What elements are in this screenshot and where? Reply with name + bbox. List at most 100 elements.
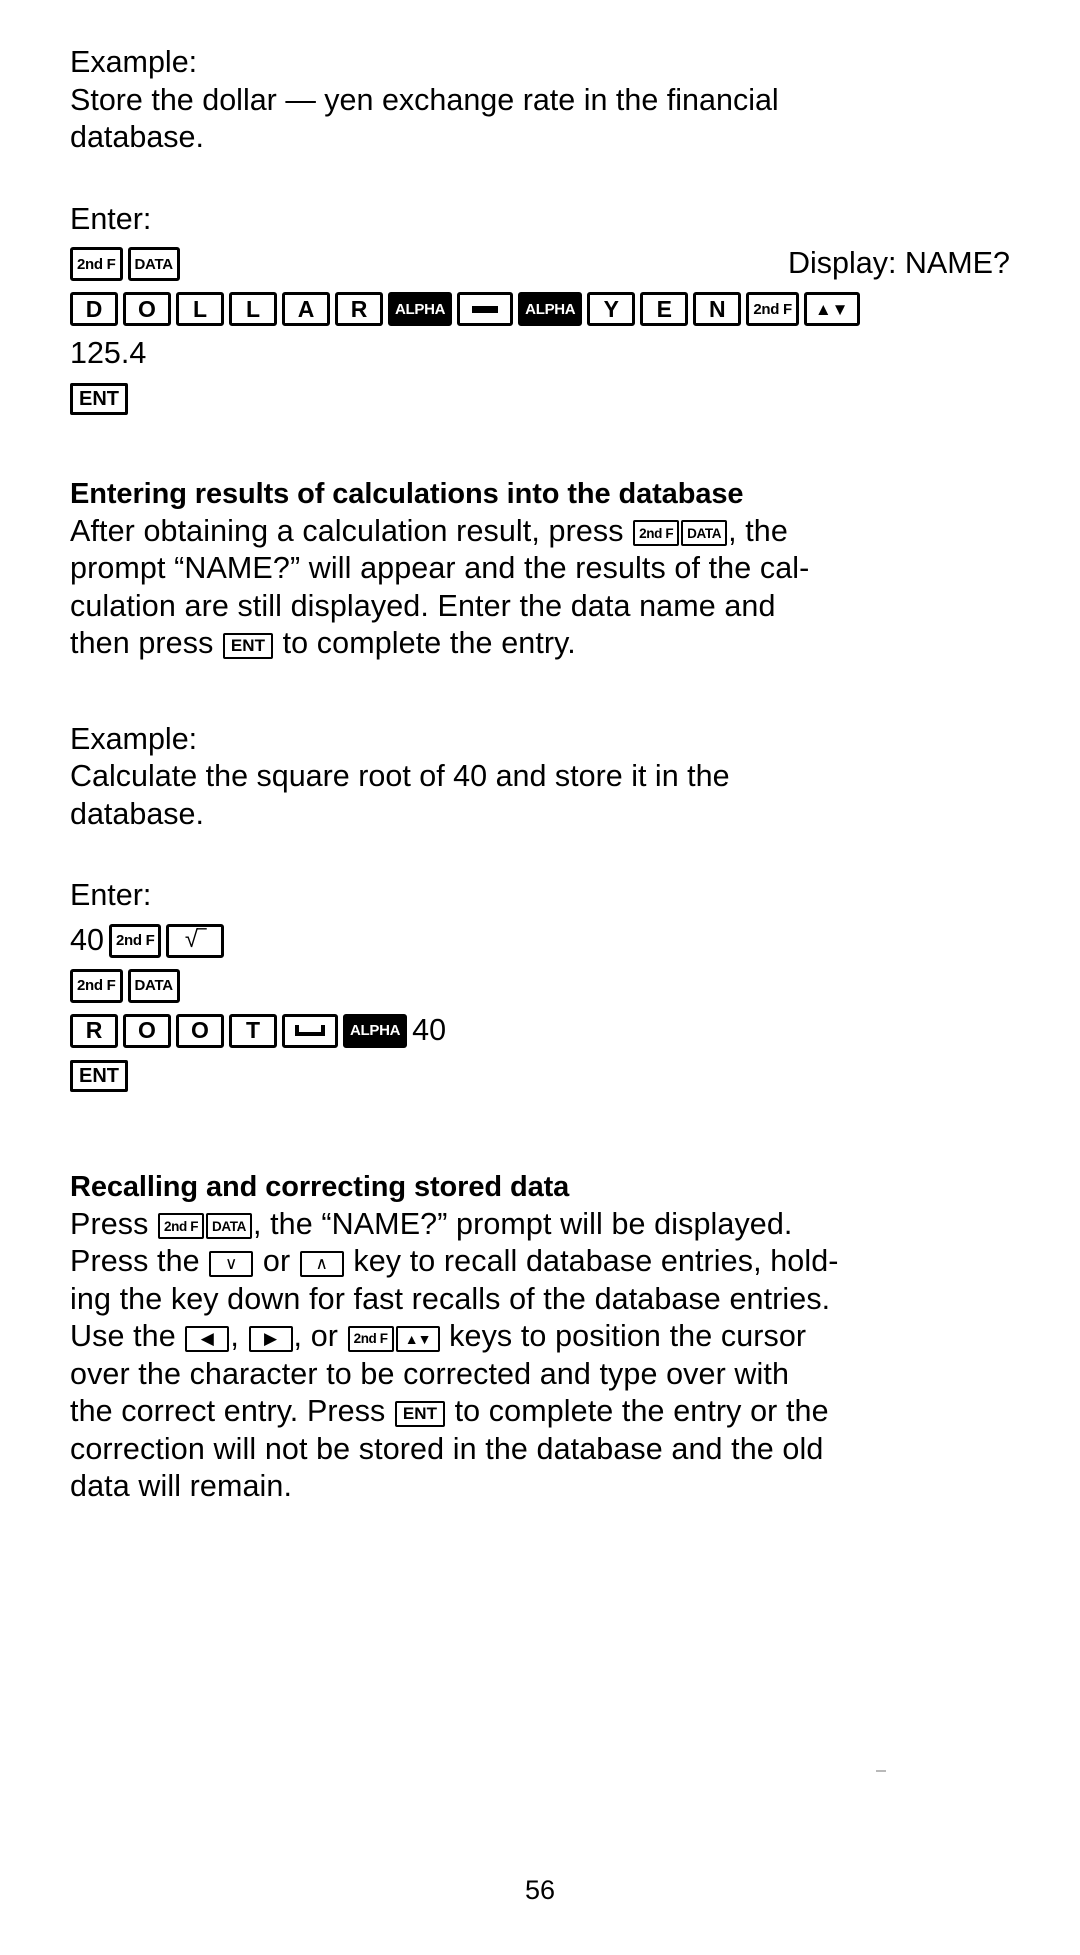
manual-page: Example: Store the dollar — yen exchange… bbox=[0, 0, 1080, 1955]
calc-results-line4-pre: then press bbox=[70, 626, 222, 660]
key-alpha[interactable]: ALPHA bbox=[388, 292, 453, 326]
recalling-line1-post: , the “NAME?” prompt will be displayed. bbox=[252, 1206, 793, 1241]
key-r-2[interactable]: R bbox=[70, 1013, 118, 1048]
example2-row3-trailing-value: 40 bbox=[412, 1012, 447, 1047]
key-data-inline[interactable]: DATA bbox=[681, 520, 728, 547]
recalling-line2-mid: or bbox=[254, 1244, 299, 1278]
heading-entering-results: Entering results of calculations into th… bbox=[70, 477, 744, 510]
recalling-line1: Press 2nd F DATA, the “NAME?” prompt will… bbox=[70, 1206, 1010, 1244]
page-content: Example: Store the dollar — yen exchange… bbox=[70, 44, 1010, 1506]
square-root-icon: √‾ bbox=[184, 925, 207, 953]
recalling-line5: over the character to be corrected and t… bbox=[70, 1356, 790, 1391]
recalling-line6: the correct entry. Press ENT to complete… bbox=[70, 1393, 1010, 1431]
key-ent-2[interactable]: ENT bbox=[70, 1059, 128, 1092]
key-data-2[interactable]: DATA bbox=[127, 968, 180, 1003]
key-up-down-arrow[interactable]: ▲▼ bbox=[803, 292, 860, 326]
recalling-line4-sep1: , bbox=[230, 1319, 248, 1353]
key-ent[interactable]: ENT bbox=[70, 382, 128, 415]
calc-results-line2: prompt “NAME?” will appear and the resul… bbox=[70, 551, 810, 585]
key-minus[interactable] bbox=[457, 292, 514, 326]
scan-artifact bbox=[876, 1770, 886, 1772]
key-space[interactable] bbox=[282, 1013, 338, 1048]
key-alpha-2[interactable]: ALPHA bbox=[518, 292, 583, 326]
key-e[interactable]: E bbox=[640, 292, 689, 326]
minus-icon bbox=[472, 305, 499, 313]
recalling-paragraph: Press 2nd F DATA, the “NAME?” prompt will… bbox=[70, 1206, 1010, 1506]
key-down-arrow[interactable]: ∨ bbox=[209, 1250, 254, 1277]
calc-results-line4: then press ENT to complete the entry. bbox=[70, 625, 1010, 663]
example2-row1-value: 40 bbox=[70, 922, 104, 957]
recalling-line1-pre: Press bbox=[70, 1206, 158, 1241]
example1-display-note: Display: NAME? bbox=[787, 246, 1010, 281]
up-down-arrow-icon: ▲▼ bbox=[814, 299, 849, 319]
example1-body-line2: database. bbox=[70, 120, 204, 154]
key-t[interactable]: T bbox=[229, 1013, 277, 1048]
key-2nd-f-inline-2[interactable]: 2nd F bbox=[158, 1213, 205, 1240]
example2-body-line1: Calculate the square root of 40 and stor… bbox=[70, 759, 730, 793]
key-n[interactable]: N bbox=[693, 292, 742, 326]
key-2nd-f[interactable]: 2nd F bbox=[70, 247, 123, 281]
calc-results-line4-post: to complete the entry. bbox=[274, 626, 576, 660]
key-2nd-f-inline[interactable]: 2nd F bbox=[633, 520, 680, 547]
key-data[interactable]: DATA bbox=[127, 247, 180, 281]
example1-label: Example: bbox=[70, 45, 198, 79]
recalling-line8: data will remain. bbox=[70, 1469, 293, 1503]
key-l-2[interactable]: L bbox=[229, 292, 277, 326]
example2-label: Example: bbox=[70, 721, 198, 756]
key-l[interactable]: L bbox=[176, 292, 224, 326]
example1-keyrow-1: 2nd F DATA Display: NAME? bbox=[70, 245, 1010, 283]
key-a[interactable]: A bbox=[282, 292, 330, 326]
example1-keyrow-ent: ENT bbox=[70, 380, 1010, 418]
recalling-line4-sep2: , or bbox=[293, 1319, 347, 1353]
example2-keyrow-3: R O O T ALPHA 40 bbox=[70, 1012, 1010, 1050]
key-ent-inline-2[interactable]: ENT bbox=[395, 1400, 445, 1427]
calc-results-line1-pre: After obtaining a calculation result, pr… bbox=[70, 513, 633, 548]
example2-keyrow-1: 40 2nd F √‾ bbox=[70, 922, 1010, 960]
calc-results-line1-post: , the bbox=[728, 513, 788, 548]
example2-enter-label: Enter: bbox=[70, 878, 152, 912]
key-ent-inline[interactable]: ENT bbox=[223, 632, 273, 659]
key-2nd-f-2[interactable]: 2nd F bbox=[746, 292, 799, 326]
example1-body-line1: Store the dollar — yen exchange rate in … bbox=[70, 82, 779, 117]
key-square-root[interactable]: √‾ bbox=[166, 923, 225, 958]
key-d[interactable]: D bbox=[70, 292, 118, 326]
heading-recalling-correcting: Recalling and correcting stored data bbox=[70, 1170, 570, 1203]
recalling-line3: ing the key down for fast recalls of the… bbox=[70, 1281, 831, 1316]
recalling-line2: Press the ∨ or ∧ key to recall database … bbox=[70, 1243, 1010, 1281]
calc-results-line1: After obtaining a calculation result, pr… bbox=[70, 513, 1010, 551]
example1-keyrow-2: D O L L A R ALPHA ALPHA Y E N 2nd F ▲▼ bbox=[70, 290, 1010, 328]
recalling-line7: correction will not be stored in the dat… bbox=[70, 1431, 824, 1466]
key-2nd-f-4[interactable]: 2nd F bbox=[70, 968, 123, 1003]
key-2nd-f-3[interactable]: 2nd F bbox=[108, 923, 162, 958]
key-group-2ndf-data: 2nd F DATA bbox=[70, 245, 180, 283]
recalling-line6-pre: the correct entry. Press bbox=[70, 1394, 394, 1428]
key-alpha-3[interactable]: ALPHA bbox=[343, 1013, 408, 1048]
key-2nd-f-inline-3[interactable]: 2nd F bbox=[347, 1325, 394, 1352]
key-up-down-arrow-inline[interactable]: ▲▼ bbox=[395, 1325, 440, 1352]
key-o-2[interactable]: O bbox=[123, 1013, 171, 1048]
key-left-arrow[interactable]: ◀ bbox=[185, 1325, 230, 1352]
key-o-3[interactable]: O bbox=[176, 1013, 224, 1048]
key-data-inline-2[interactable]: DATA bbox=[206, 1213, 252, 1240]
key-o[interactable]: O bbox=[123, 292, 171, 326]
example1-enter-label: Enter: bbox=[70, 201, 152, 236]
key-right-arrow[interactable]: ▶ bbox=[248, 1325, 293, 1352]
calc-results-paragraph: After obtaining a calculation result, pr… bbox=[70, 513, 1010, 663]
key-y[interactable]: Y bbox=[587, 292, 636, 326]
example2-keyrow-2: 2nd F DATA bbox=[70, 967, 1010, 1005]
key-up-arrow[interactable]: ∧ bbox=[299, 1250, 344, 1277]
recalling-line4-post: keys to position the cursor bbox=[440, 1319, 807, 1353]
key-r[interactable]: R bbox=[335, 292, 383, 326]
